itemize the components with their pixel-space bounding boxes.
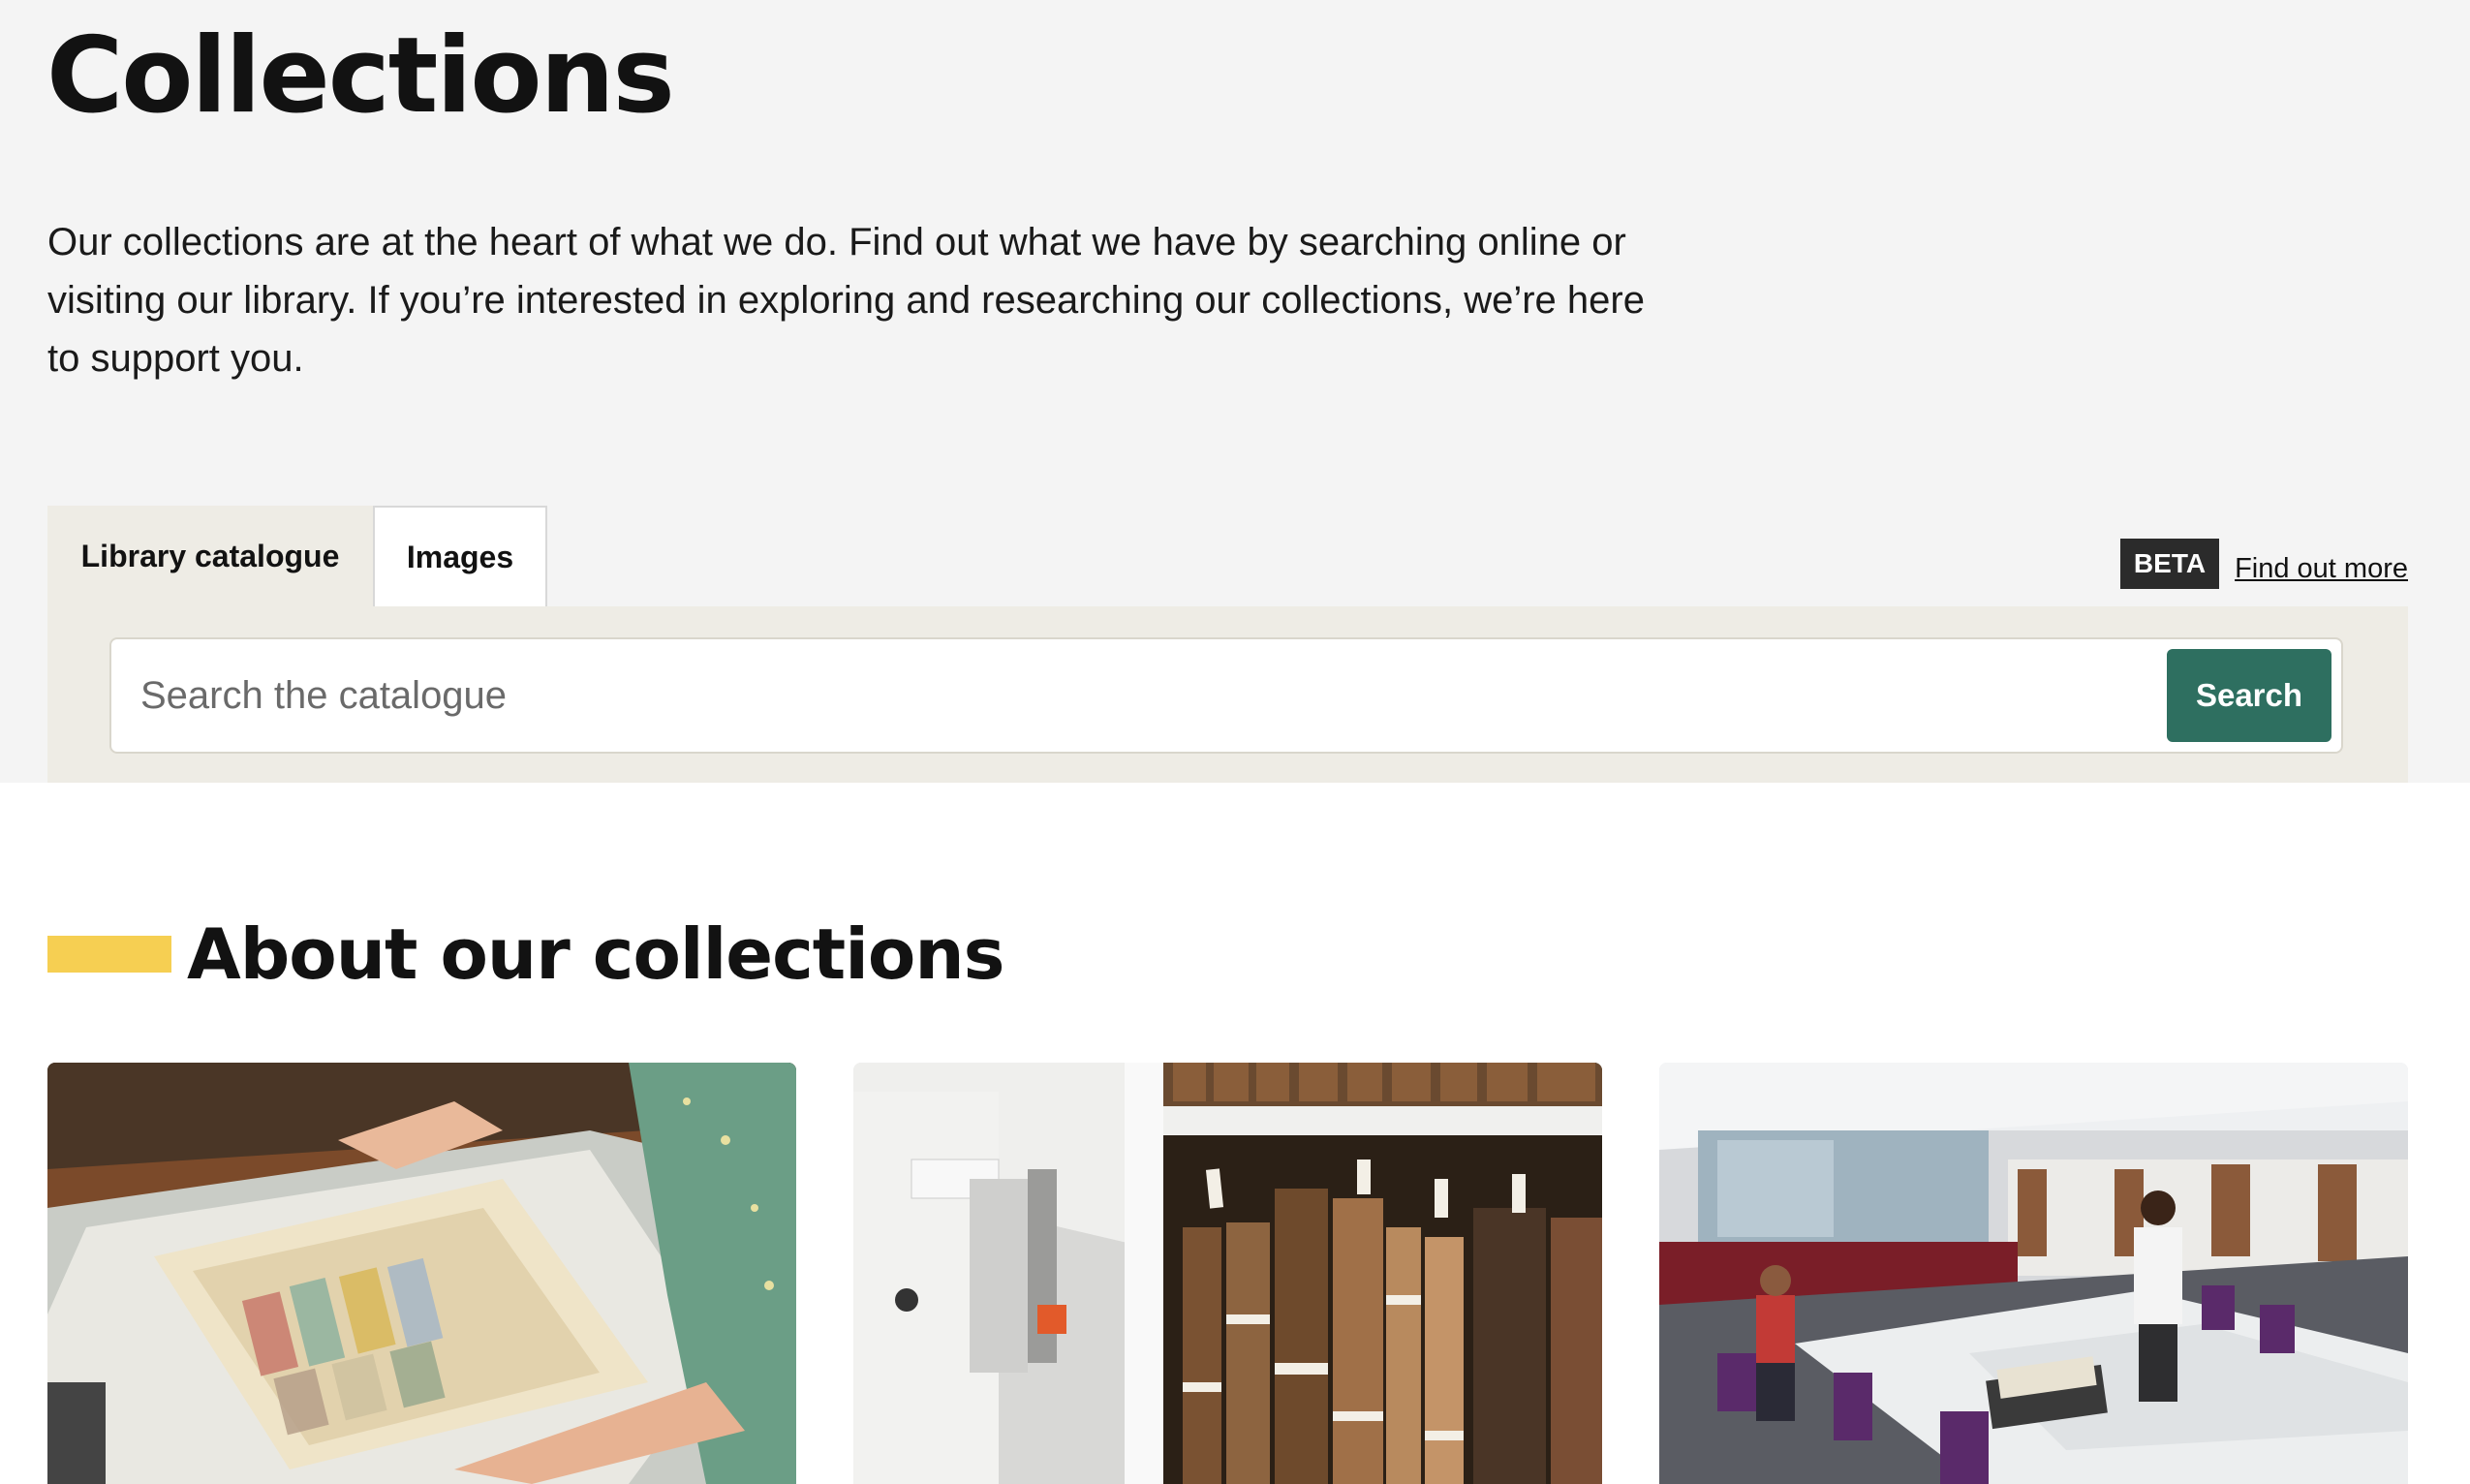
tab-images[interactable]: Images xyxy=(373,506,547,606)
tab-library-catalogue[interactable]: Library catalogue xyxy=(47,506,373,606)
page-title: Collections xyxy=(46,15,675,137)
collection-card-manuscript[interactable] xyxy=(47,1063,796,1484)
search-box: Search xyxy=(109,637,2343,754)
collection-card-reading-room[interactable] xyxy=(1659,1063,2408,1484)
intro-text: Our collections are at the heart of what… xyxy=(47,221,1645,380)
reading-room-photo xyxy=(1659,1063,2408,1484)
beta-badge: BETA xyxy=(2119,539,2220,589)
section-title: About our collections xyxy=(187,913,1004,995)
about-heading: About our collections xyxy=(47,911,1004,998)
search-panel: Search xyxy=(47,606,2408,783)
collection-card-rare-books[interactable] xyxy=(853,1063,1602,1484)
manuscript-photo xyxy=(47,1063,796,1484)
collection-cards xyxy=(47,1063,2408,1484)
beta-notice: BETA Find out more xyxy=(2119,539,2408,589)
heading-accent-bar xyxy=(47,936,171,973)
search-tabs: Library catalogue Images BETA Find out m… xyxy=(47,506,2408,606)
search-button[interactable]: Search xyxy=(2167,649,2331,742)
search-input[interactable] xyxy=(111,639,2213,752)
find-out-more-link[interactable]: Find out more xyxy=(2235,543,2408,585)
hero-section: Collections Our collections are at the h… xyxy=(0,0,2470,783)
rare-books-photo xyxy=(853,1063,1602,1484)
